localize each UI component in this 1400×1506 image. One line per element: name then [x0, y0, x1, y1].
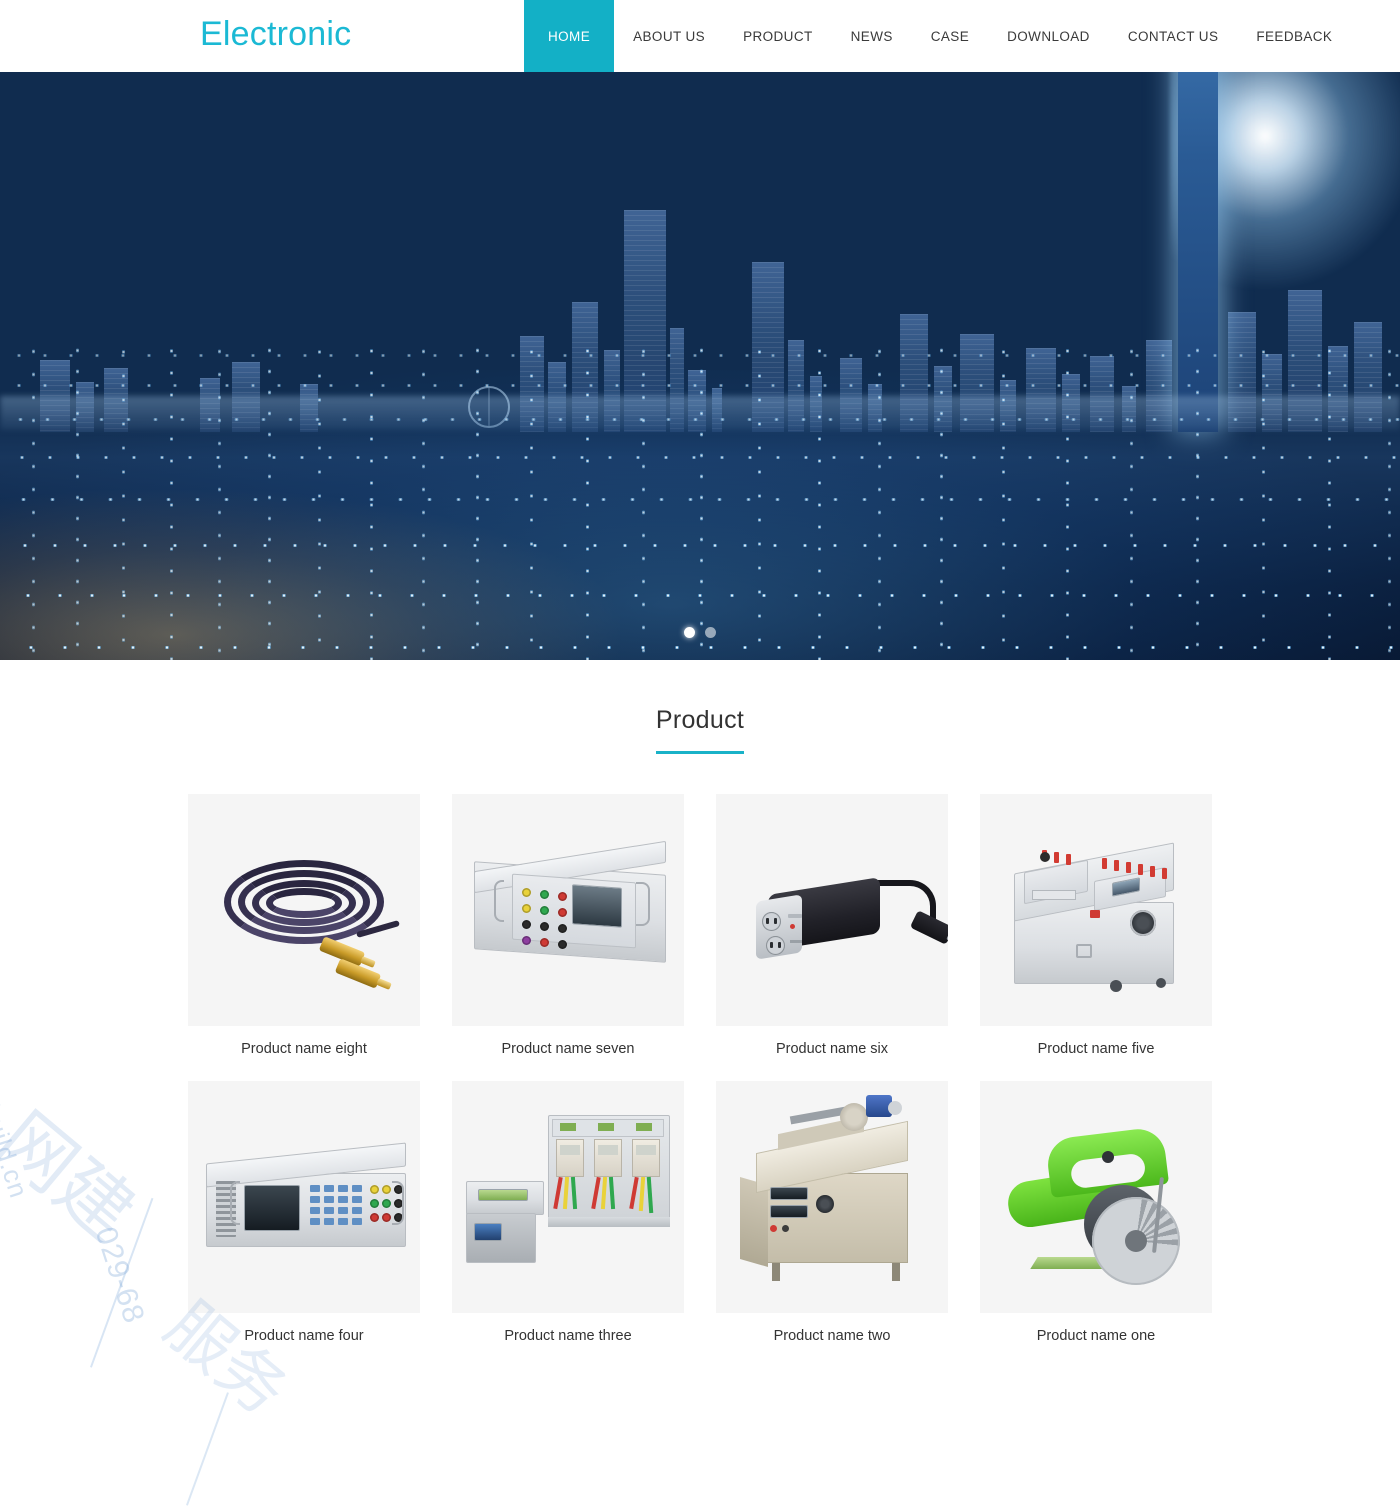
- product-section-header: Product: [0, 660, 1400, 754]
- watermark-divider-secondary: [186, 1392, 229, 1506]
- product-thumbnail[interactable]: [716, 794, 948, 1026]
- carousel-dot-1[interactable]: [684, 627, 695, 638]
- product-card[interactable]: Product name one: [980, 1081, 1212, 1359]
- nav-item-contact-us[interactable]: CONTACT US: [1109, 0, 1238, 72]
- nav-item-case[interactable]: CASE: [912, 0, 988, 72]
- energy-meter-test-bench-icon: [452, 1081, 684, 1313]
- product-thumbnail[interactable]: [452, 1081, 684, 1313]
- product-grid: Product name eight Product name seven Pr…: [188, 754, 1212, 1359]
- product-title[interactable]: Product name three: [452, 1313, 684, 1359]
- product-thumbnail[interactable]: [188, 794, 420, 1026]
- hero-banner[interactable]: [0, 72, 1400, 660]
- product-title[interactable]: Product name seven: [452, 1026, 684, 1072]
- bench-test-instrument-icon: [452, 794, 684, 1026]
- product-title[interactable]: Product name two: [716, 1313, 948, 1359]
- rack-mount-calibrator-icon: [188, 1081, 420, 1313]
- product-title[interactable]: Product name four: [188, 1313, 420, 1359]
- nav-item-feedback[interactable]: FEEDBACK: [1237, 0, 1351, 72]
- product-thumbnail[interactable]: [980, 794, 1212, 1026]
- carousel-dots[interactable]: [0, 627, 1400, 638]
- circular-marble-saw-icon: [980, 1081, 1212, 1313]
- car-power-inverter-icon: [716, 794, 948, 1026]
- product-card[interactable]: Product name three: [452, 1081, 684, 1359]
- product-card[interactable]: Product name five: [980, 794, 1212, 1072]
- main-navigation: HOME ABOUT US PRODUCT NEWS CASE DOWNLOAD…: [524, 0, 1351, 72]
- data-mesh-overlay: [0, 340, 1400, 660]
- product-title[interactable]: Product name one: [980, 1313, 1212, 1359]
- site-header: Electronic HOME ABOUT US PRODUCT NEWS CA…: [0, 0, 1400, 72]
- product-card[interactable]: Product name six: [716, 794, 948, 1072]
- coil-winding-machine-icon: [716, 1081, 948, 1313]
- mobile-test-cabinet-icon: [980, 794, 1212, 1026]
- site-logo[interactable]: Electronic: [200, 12, 351, 56]
- nav-item-home[interactable]: HOME: [524, 0, 615, 72]
- product-section: Product Product name eight Product name …: [0, 660, 1400, 1359]
- product-thumbnail[interactable]: [980, 1081, 1212, 1313]
- product-title[interactable]: Product name five: [980, 1026, 1212, 1072]
- product-title[interactable]: Product name six: [716, 1026, 948, 1072]
- product-thumbnail[interactable]: [452, 794, 684, 1026]
- nav-item-download[interactable]: DOWNLOAD: [988, 0, 1109, 72]
- page-title: Product: [655, 706, 745, 734]
- product-card[interactable]: Product name seven: [452, 794, 684, 1072]
- nav-item-product[interactable]: PRODUCT: [724, 0, 832, 72]
- product-title[interactable]: Product name eight: [188, 1026, 420, 1072]
- nav-item-news[interactable]: NEWS: [832, 0, 912, 72]
- product-card[interactable]: Product name four: [188, 1081, 420, 1359]
- product-thumbnail[interactable]: [716, 1081, 948, 1313]
- product-card[interactable]: Product name two: [716, 1081, 948, 1359]
- carousel-dot-2[interactable]: [705, 627, 716, 638]
- coiled-audio-cable-icon: [188, 794, 420, 1026]
- product-thumbnail[interactable]: [188, 1081, 420, 1313]
- product-card[interactable]: Product name eight: [188, 794, 420, 1072]
- nav-item-about-us[interactable]: ABOUT US: [614, 0, 724, 72]
